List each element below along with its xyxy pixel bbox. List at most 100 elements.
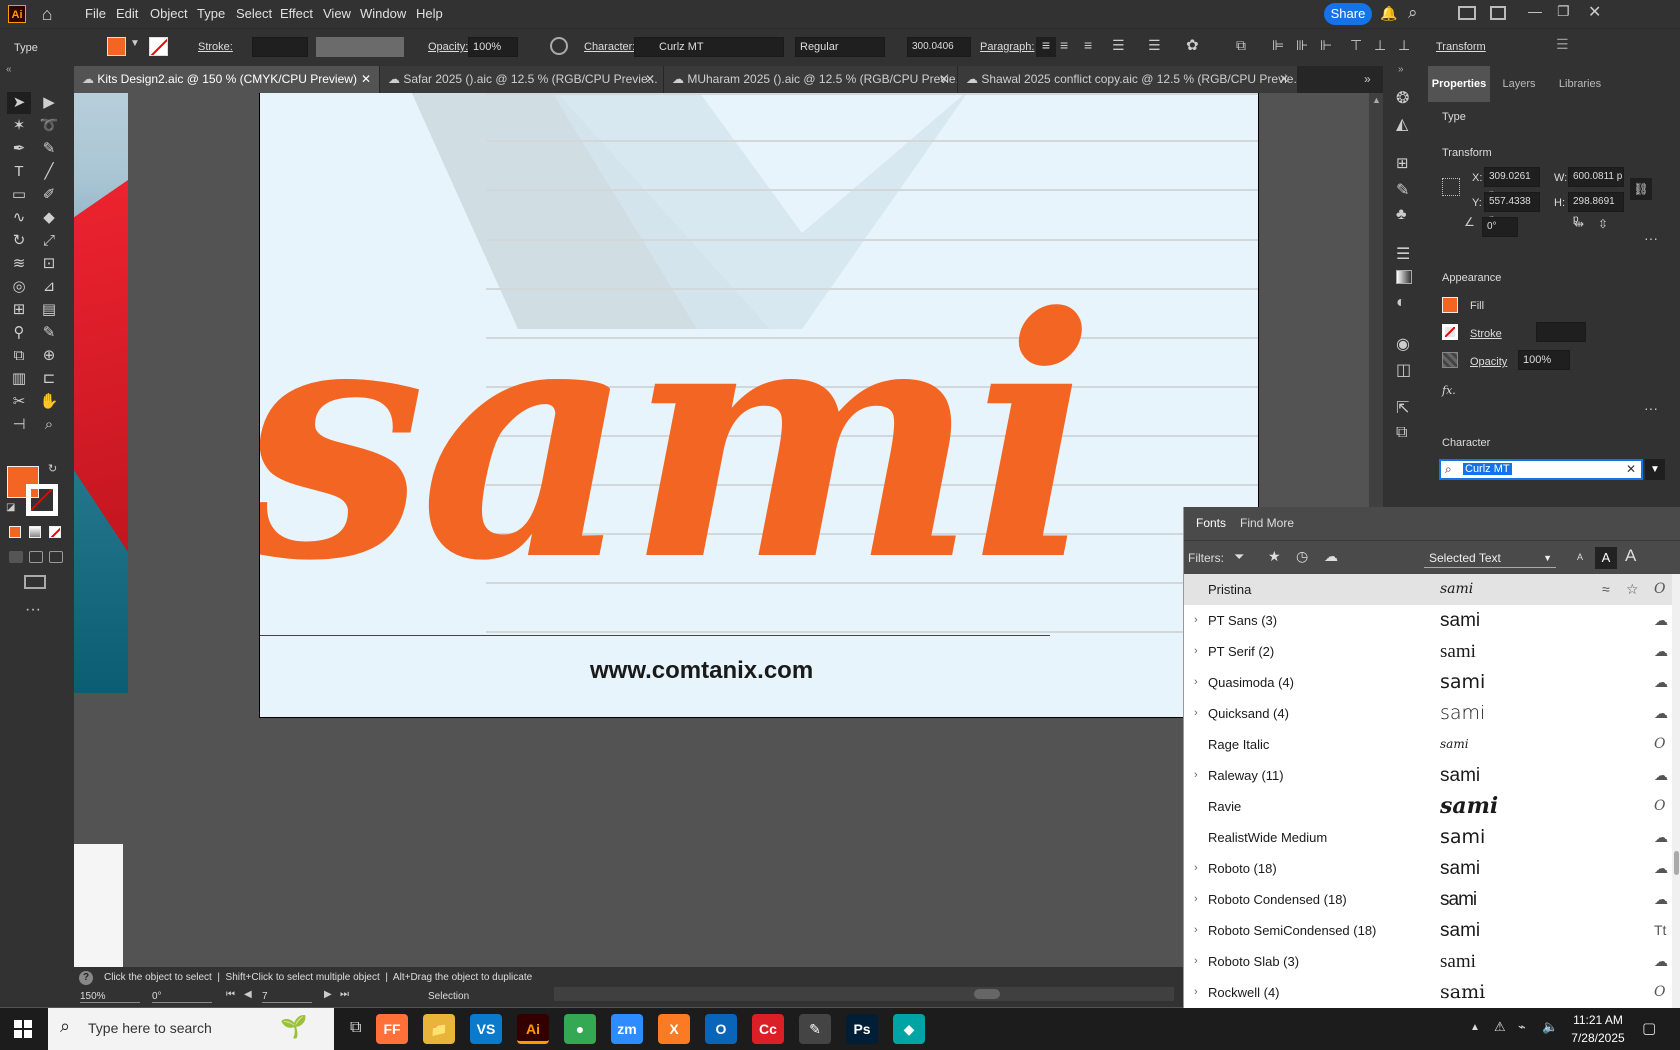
- favorite-star-icon[interactable]: ☆: [1626, 574, 1639, 605]
- recolor-icon[interactable]: [550, 37, 568, 55]
- more-options-icon[interactable]: ···: [1644, 230, 1658, 246]
- align-bottom-icon[interactable]: ⊥: [1398, 37, 1410, 54]
- draw-normal-icon[interactable]: [9, 551, 23, 563]
- home-icon[interactable]: ⌂: [36, 3, 58, 25]
- help-icon[interactable]: ?: [79, 971, 93, 985]
- taskbar-app-icon[interactable]: zm: [611, 1014, 643, 1044]
- menu-file[interactable]: File: [85, 6, 106, 21]
- free-transform-tool-icon[interactable]: ⊡: [37, 253, 61, 275]
- font-size-field[interactable]: 300.0406: [907, 37, 971, 57]
- fx-icon[interactable]: fx.: [1442, 384, 1456, 397]
- next-artboard-icon[interactable]: ▶: [324, 989, 332, 1000]
- paintbrush-tool-icon[interactable]: ✐: [37, 184, 61, 206]
- font-list-item[interactable]: › Rockwell (4) sami O: [1184, 977, 1680, 1008]
- restore-icon[interactable]: ❐: [1557, 3, 1570, 20]
- expand-chevron-icon[interactable]: ›: [1194, 977, 1198, 1008]
- bell-icon[interactable]: 🔔: [1380, 5, 1397, 22]
- export-panel-icon[interactable]: ⇱: [1396, 398, 1409, 418]
- prev-artboard-icon[interactable]: ◀: [244, 989, 252, 1000]
- recolor-panel-icon[interactable]: ❂: [1396, 88, 1409, 108]
- font-list-item[interactable]: › Quasimoda (4) sami ☁: [1184, 667, 1680, 698]
- align-hcenter-icon[interactable]: ⊪: [1296, 37, 1308, 54]
- menu-view[interactable]: View: [323, 6, 351, 21]
- rectangle-tool-icon[interactable]: ▭: [7, 184, 31, 206]
- tab-close-icon[interactable]: ✕: [1279, 66, 1289, 93]
- graph-tool-icon[interactable]: ▥: [7, 368, 31, 390]
- expand-chevron-icon[interactable]: ›: [1194, 760, 1198, 791]
- tab-properties[interactable]: Properties: [1428, 66, 1490, 102]
- flip-horizontal-icon[interactable]: ⇹: [1574, 217, 1584, 231]
- workspace-icon[interactable]: [1458, 6, 1476, 20]
- sample-size-large[interactable]: A: [1625, 546, 1636, 566]
- taskbar-app-icon[interactable]: VS: [470, 1014, 502, 1044]
- more-tools-icon[interactable]: ···: [25, 601, 41, 619]
- rotation-field[interactable]: 0°: [152, 991, 212, 1003]
- constrain-proportions-icon[interactable]: ⛓: [1630, 178, 1652, 200]
- transparency-panel-icon[interactable]: ◐: [1396, 294, 1406, 312]
- share-button[interactable]: Share: [1324, 3, 1372, 25]
- font-list-item[interactable]: › PT Serif (2) sami ☁: [1184, 636, 1680, 667]
- font-list-scrollbar[interactable]: [1672, 574, 1680, 1008]
- scale-tool-icon[interactable]: ⤢: [37, 230, 61, 252]
- collapse-icon[interactable]: «: [6, 64, 12, 75]
- menu-select[interactable]: Select: [236, 6, 272, 21]
- font-dropdown-button[interactable]: ▼: [1645, 459, 1665, 480]
- taskbar-app-icon[interactable]: X: [658, 1014, 690, 1044]
- search-icon[interactable]: ⌕: [1408, 3, 1418, 23]
- taskbar-app-icon[interactable]: O: [705, 1014, 737, 1044]
- artboard-number-field[interactable]: 7: [262, 991, 312, 1003]
- y-field[interactable]: 557.4338 p: [1484, 192, 1540, 225]
- font-list-item[interactable]: › Quicksand (4) sami ☁: [1184, 698, 1680, 729]
- align-right-icon[interactable]: ≡: [1084, 37, 1092, 53]
- align-center-icon[interactable]: ≡: [1060, 37, 1068, 53]
- font-list-item[interactable]: › Roboto Slab (3) sami ☁: [1184, 946, 1680, 977]
- network-icon[interactable]: ⚠: [1494, 1019, 1506, 1035]
- flip-vertical-icon[interactable]: ⇳: [1598, 217, 1608, 231]
- artboards-panel-icon[interactable]: ⧉: [1396, 424, 1407, 442]
- start-icon[interactable]: [14, 1020, 32, 1038]
- warp-tool-icon[interactable]: ≋: [7, 253, 31, 275]
- volume-icon[interactable]: 🔈: [1542, 1019, 1558, 1035]
- h-field[interactable]: 298.8691 p: [1568, 192, 1624, 225]
- align-hright-icon[interactable]: ⊩: [1320, 37, 1332, 54]
- eraser-tool-icon[interactable]: ◆: [37, 207, 61, 229]
- favorites-icon[interactable]: ★: [1268, 548, 1281, 565]
- numbering-icon[interactable]: ☰: [1148, 37, 1161, 54]
- align-objects-icon[interactable]: ⊫: [1272, 37, 1284, 54]
- appearance-stroke-weight[interactable]: [1536, 322, 1586, 342]
- taskbar-date[interactable]: 7/28/2025: [1568, 1031, 1628, 1045]
- website-text[interactable]: www.comtanix.com: [590, 657, 813, 685]
- shape-builder-tool-icon[interactable]: ◎: [7, 276, 31, 298]
- font-list-item[interactable]: Ravie sami O: [1184, 791, 1680, 822]
- font-list-item[interactable]: › Roboto (18) sami ☁: [1184, 853, 1680, 884]
- stroke-profile-field[interactable]: [316, 37, 404, 57]
- selection-tool-icon[interactable]: ➤: [7, 92, 31, 114]
- puppet-icon[interactable]: ✿: [1186, 36, 1199, 54]
- expand-chevron-icon[interactable]: ›: [1194, 915, 1198, 946]
- mesh-tool-icon[interactable]: ⊞: [7, 299, 31, 321]
- collapse-panels-icon[interactable]: »: [1398, 64, 1404, 75]
- filter-icon[interactable]: ⏷: [1234, 549, 1244, 565]
- tab-shawal[interactable]: ☁ Shawal 2025 conflict copy.aic @ 12.5 %…: [958, 66, 1298, 93]
- sample-size-medium[interactable]: A: [1595, 547, 1617, 569]
- taskbar-app-icon[interactable]: FF: [376, 1014, 408, 1044]
- task-view-icon[interactable]: ⧉: [350, 1019, 361, 1037]
- expand-chevron-icon[interactable]: ›: [1194, 884, 1198, 915]
- align-vcenter-icon[interactable]: ⊥: [1374, 37, 1386, 54]
- expand-chevron-icon[interactable]: ›: [1194, 853, 1198, 884]
- stroke-weight-field[interactable]: [252, 37, 308, 57]
- menu-edit[interactable]: Edit: [116, 6, 138, 21]
- w-field[interactable]: 600.0811 p: [1568, 167, 1624, 187]
- zoom-field[interactable]: 150%: [80, 991, 140, 1003]
- hand-tool-icon[interactable]: ✋: [37, 391, 61, 413]
- lasso-tool-icon[interactable]: ➰: [37, 115, 61, 137]
- gradient-panel-icon[interactable]: [1396, 270, 1412, 284]
- draw-inside-icon[interactable]: [49, 551, 63, 563]
- font-list-item[interactable]: › Raleway (11) sami ☁: [1184, 760, 1680, 791]
- appearance-panel-icon[interactable]: ◉: [1396, 334, 1410, 354]
- more-options-icon[interactable]: ☰: [1556, 36, 1569, 53]
- preview-mode-select[interactable]: Selected Text ▼: [1424, 548, 1556, 568]
- color-mode-icon[interactable]: [9, 526, 21, 538]
- chevron-down-icon[interactable]: ▼: [130, 38, 140, 49]
- line-tool-icon[interactable]: ╱: [37, 161, 61, 183]
